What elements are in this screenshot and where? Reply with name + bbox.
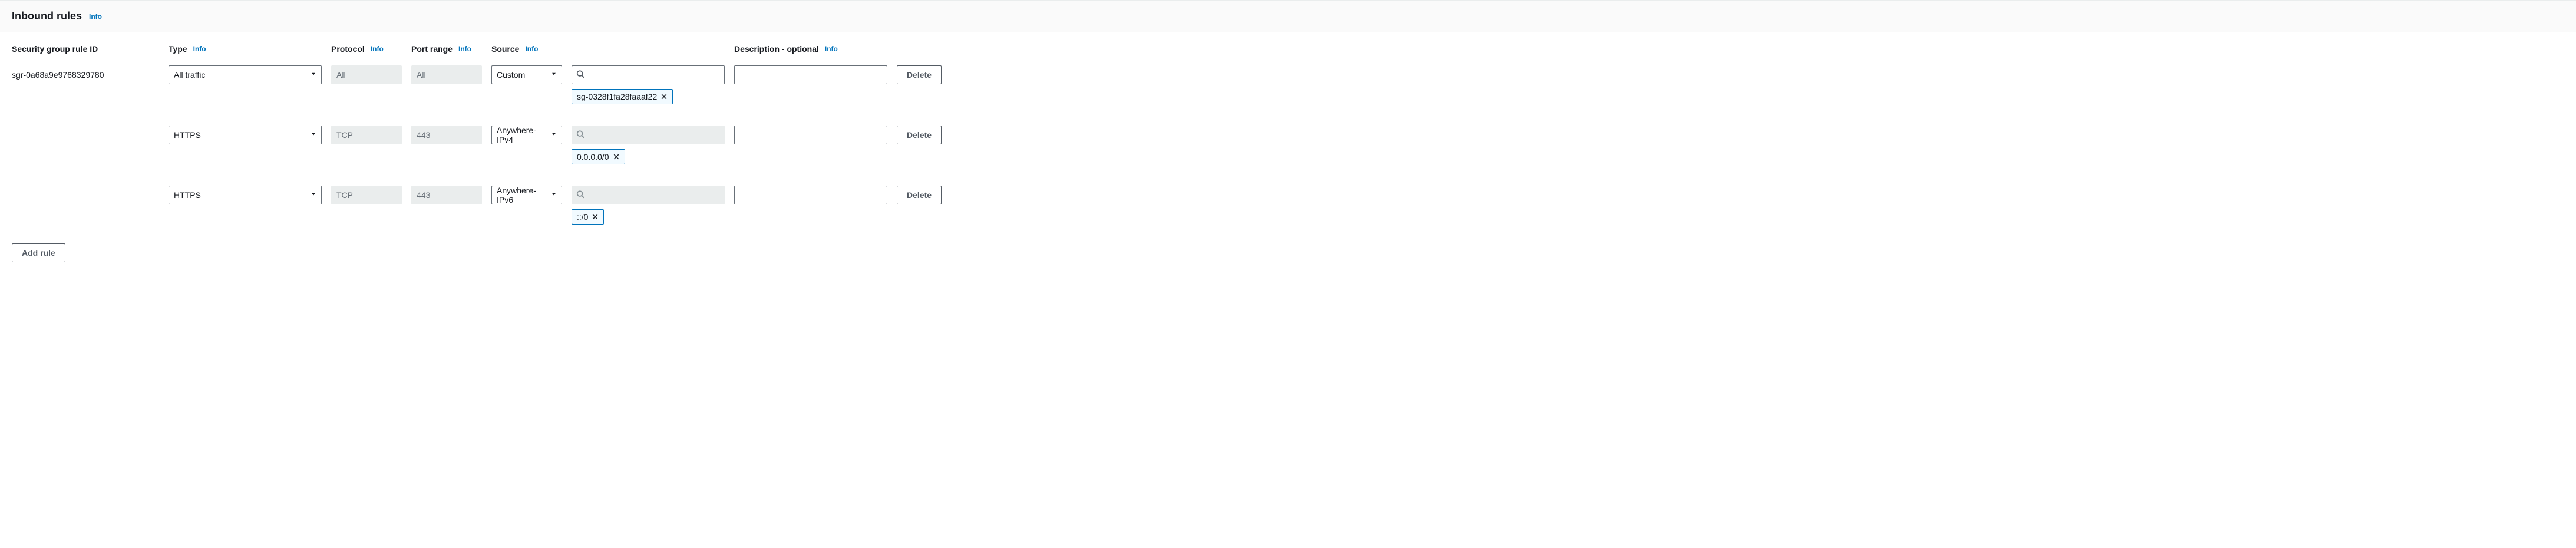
source-type-select[interactable]: Anywhere-IPv4 (491, 126, 562, 144)
delete-button[interactable]: Delete (897, 126, 942, 144)
table-row: sgr-0a68a9e9768329780 All traffic All Al… (12, 61, 2564, 121)
source-type-select-value: Anywhere-IPv6 (497, 186, 545, 204)
description-input[interactable] (734, 65, 887, 84)
description-input[interactable] (734, 126, 887, 144)
col-header-type-info[interactable]: Info (193, 45, 206, 53)
description-input[interactable] (734, 186, 887, 204)
source-token-label: ::/0 (577, 212, 588, 222)
table-row: – HTTPS TCP 443 Anywhere-IPv4 (12, 121, 2564, 181)
type-select[interactable]: HTTPS (169, 126, 322, 144)
type-select-value: HTTPS (174, 190, 201, 200)
col-header-source: Source Info (491, 44, 562, 54)
protocol-field: TCP (331, 126, 402, 144)
col-header-protocol-info[interactable]: Info (371, 45, 384, 53)
source-type-select-value: Custom (497, 70, 525, 80)
rule-id-text: – (12, 186, 159, 200)
col-header-port-range-info[interactable]: Info (458, 45, 471, 53)
add-rule-button[interactable]: Add rule (12, 243, 65, 262)
source-token: 0.0.0.0/0 (572, 149, 625, 164)
port-range-field: All (411, 65, 482, 84)
delete-button[interactable]: Delete (897, 65, 942, 84)
col-header-description-label: Description - optional (734, 44, 819, 54)
col-header-type: Type Info (169, 44, 322, 54)
source-token: sg-0328f1fa28faaaf22 (572, 89, 673, 104)
source-token: ::/0 (572, 209, 604, 225)
type-select[interactable]: All traffic (169, 65, 322, 84)
search-icon (576, 190, 584, 200)
delete-button[interactable]: Delete (897, 186, 942, 204)
rule-id-text: – (12, 126, 159, 140)
source-type-select-value: Anywhere-IPv4 (497, 126, 545, 144)
type-select[interactable]: HTTPS (169, 186, 322, 204)
col-header-description: Description - optional Info (734, 44, 887, 54)
col-header-port-range-label: Port range (411, 44, 453, 54)
col-header-description-info[interactable]: Info (825, 45, 838, 53)
type-select-value: HTTPS (174, 130, 201, 140)
inbound-rules-header: Inbound rules Info (0, 0, 2576, 32)
header-info-link[interactable]: Info (89, 12, 102, 21)
source-search-input (572, 126, 725, 144)
rule-id-text: sgr-0a68a9e9768329780 (12, 65, 159, 80)
source-search-input[interactable] (572, 65, 725, 84)
rules-table: Security group rule ID Type Info Protoco… (0, 32, 2576, 274)
table-row: – HTTPS TCP 443 Anywhere-IPv6 (12, 181, 2564, 241)
col-header-port-range: Port range Info (411, 44, 482, 54)
search-icon (576, 70, 584, 80)
port-range-field: 443 (411, 126, 482, 144)
col-header-source-label: Source (491, 44, 519, 54)
col-header-rule-id-label: Security group rule ID (12, 44, 98, 54)
source-type-select[interactable]: Anywhere-IPv6 (491, 186, 562, 204)
close-icon[interactable] (660, 93, 668, 100)
protocol-field: All (331, 65, 402, 84)
page-title: Inbound rules (12, 10, 82, 22)
close-icon[interactable] (613, 153, 620, 160)
col-header-rule-id: Security group rule ID (12, 44, 159, 54)
close-icon[interactable] (592, 213, 599, 220)
port-range-field: 443 (411, 186, 482, 204)
column-headers-row: Security group rule ID Type Info Protoco… (12, 39, 2564, 61)
search-icon (576, 130, 584, 140)
protocol-field: TCP (331, 186, 402, 204)
col-header-source-info[interactable]: Info (525, 45, 538, 53)
col-header-protocol-label: Protocol (331, 44, 365, 54)
source-type-select[interactable]: Custom (491, 65, 562, 84)
source-search-input (572, 186, 725, 204)
col-header-protocol: Protocol Info (331, 44, 402, 54)
source-token-label: sg-0328f1fa28faaaf22 (577, 92, 657, 101)
type-select-value: All traffic (174, 70, 205, 80)
source-token-label: 0.0.0.0/0 (577, 152, 609, 161)
col-header-type-label: Type (169, 44, 187, 54)
